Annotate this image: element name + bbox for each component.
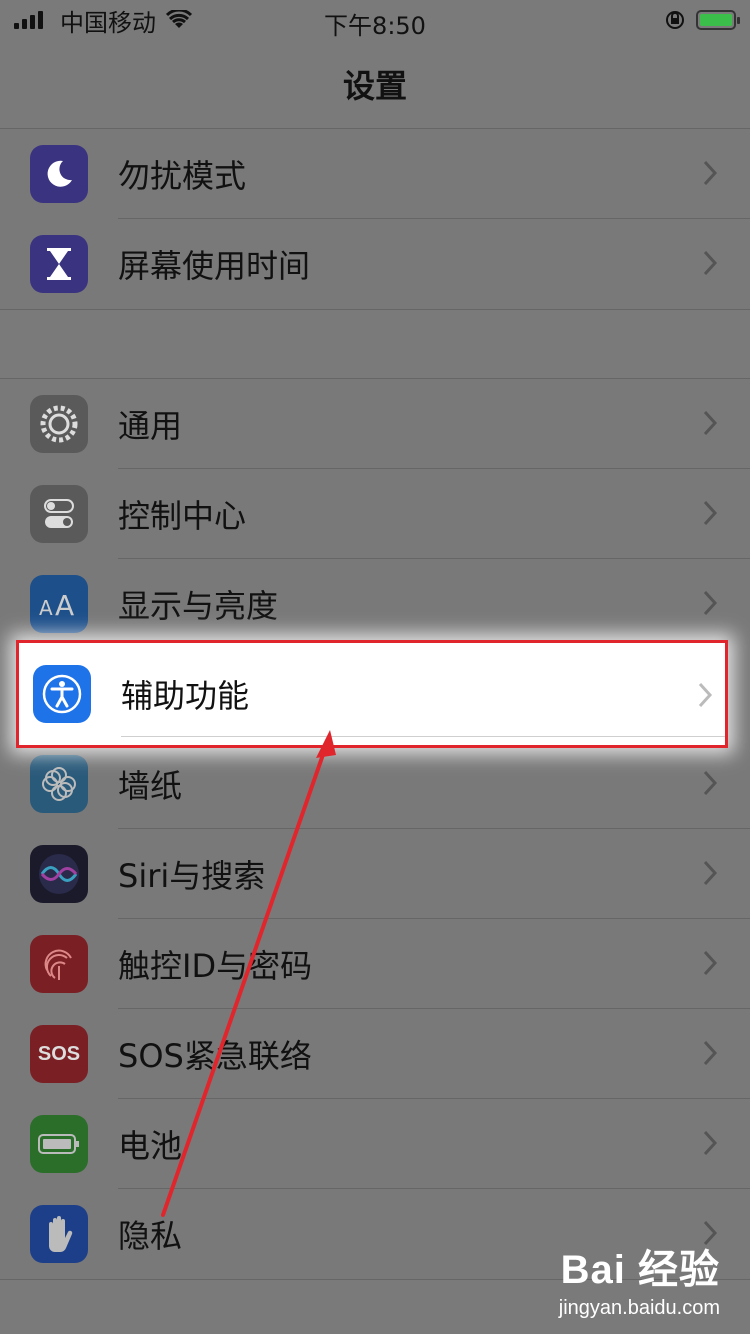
flower-icon <box>30 755 88 813</box>
sos-icon: SOS <box>30 1025 88 1083</box>
settings-row-do-not-disturb[interactable]: 勿扰模式 <box>0 129 750 219</box>
fingerprint-icon <box>30 935 88 993</box>
row-label: SOS紧急联络 <box>118 1037 312 1075</box>
svg-text:A: A <box>55 589 74 619</box>
settings-row-touch-id[interactable]: 触控ID与密码 <box>0 919 750 1009</box>
gear-icon <box>30 395 88 453</box>
battery-status-icon <box>696 10 740 30</box>
row-label: 辅助功能 <box>121 677 250 715</box>
chevron-right-icon <box>703 860 718 886</box>
chevron-right-icon <box>703 1040 718 1066</box>
settings-row-screen-time[interactable]: 屏幕使用时间 <box>0 219 750 309</box>
row-label: 通用 <box>118 407 183 445</box>
accessibility-icon <box>33 665 91 723</box>
chevron-right-icon <box>698 682 713 708</box>
row-label: Siri与搜索 <box>118 857 266 895</box>
text-size-icon: AA <box>30 575 88 633</box>
row-label: 勿扰模式 <box>118 157 247 195</box>
settings-row-general[interactable]: 通用 <box>0 379 750 469</box>
settings-row-display[interactable]: AA 显示与亮度 <box>0 559 750 649</box>
settings-row-siri[interactable]: Siri与搜索 <box>0 829 750 919</box>
settings-group-1: 勿扰模式 屏幕使用时间 <box>0 128 750 310</box>
signal-icon <box>14 11 46 29</box>
row-label: 显示与亮度 <box>118 587 279 625</box>
row-label: 屏幕使用时间 <box>118 247 311 285</box>
settings-row-control-center[interactable]: 控制中心 <box>0 469 750 559</box>
toggles-icon <box>30 485 88 543</box>
row-label: 触控ID与密码 <box>118 947 313 985</box>
settings-row-accessibility[interactable]: 辅助功能 <box>16 640 728 748</box>
row-label: 电池 <box>118 1127 183 1165</box>
settings-row-battery[interactable]: 电池 <box>0 1099 750 1189</box>
watermark-url: jingyan.baidu.com <box>558 1297 720 1319</box>
page-title: 设置 <box>342 67 407 105</box>
siri-icon <box>30 845 88 903</box>
chevron-right-icon <box>703 1130 718 1156</box>
chevron-right-icon <box>703 950 718 976</box>
chevron-right-icon <box>703 590 718 616</box>
row-label: 控制中心 <box>118 497 247 535</box>
row-label: 墙纸 <box>118 767 183 805</box>
wifi-icon <box>166 10 192 28</box>
chevron-right-icon <box>703 250 718 276</box>
status-bar: 中国移动 下午8:50 <box>0 0 750 40</box>
settings-group-2: 通用 控制中心 AA 显示与亮度 墙纸 Siri与搜索 触控ID与密码 SOS … <box>0 378 750 1280</box>
settings-row-emergency-sos[interactable]: SOS SOS紧急联络 <box>0 1009 750 1099</box>
nav-bar: 设置 <box>0 40 750 129</box>
chevron-right-icon <box>703 410 718 436</box>
chevron-right-icon <box>703 770 718 796</box>
rotation-lock-icon <box>666 11 684 29</box>
battery-icon <box>30 1115 88 1173</box>
watermark-logo: Bai 经验 <box>560 1248 720 1292</box>
chevron-right-icon <box>703 500 718 526</box>
row-label: 隐私 <box>118 1217 183 1255</box>
sos-icon-label: SOS <box>37 1042 81 1065</box>
svg-text:A: A <box>39 596 53 619</box>
settings-row-wallpaper[interactable]: 墙纸 <box>0 739 750 829</box>
moon-icon <box>30 145 88 203</box>
hand-icon <box>30 1205 88 1263</box>
hourglass-icon <box>30 235 88 293</box>
baidu-watermark: Bai 经验 jingyan.baidu.com <box>559 1237 720 1320</box>
carrier-label: 中国移动 <box>60 8 156 37</box>
chevron-right-icon <box>703 160 718 186</box>
